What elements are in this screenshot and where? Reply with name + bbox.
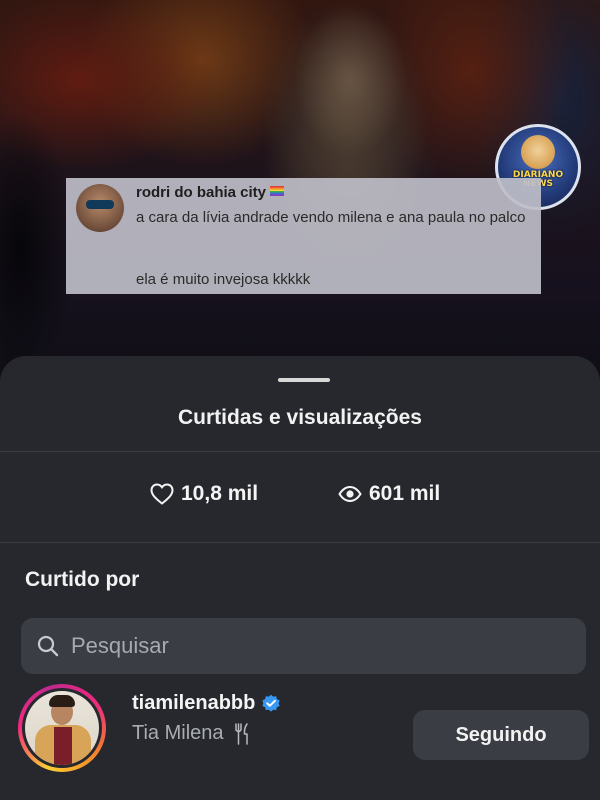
list-item[interactable]: tiamilenabbb Tia Milena Seguindo — [0, 684, 600, 784]
tweet-card: rodri do bahia city a cara da lívia andr… — [66, 178, 541, 294]
username[interactable]: tiamilenabbb — [132, 692, 281, 715]
tweet-text: a cara da lívia andrade vendo milena e a… — [136, 209, 526, 226]
search-input[interactable] — [71, 633, 551, 659]
search-icon — [37, 635, 59, 657]
sheet-title: Curtidas e visualizações — [178, 406, 422, 429]
divider — [0, 542, 600, 543]
full-name: Tia Milena — [132, 722, 250, 745]
avatar[interactable] — [18, 684, 106, 772]
tweet-author-avatar — [76, 184, 124, 232]
logo-character — [521, 135, 555, 169]
eye-icon — [338, 485, 362, 503]
views-count: 601 mil — [338, 482, 440, 506]
verified-badge-icon — [262, 694, 280, 712]
post-media: DIARIANO NEWS rodri do bahia city a cara… — [0, 0, 600, 400]
views-value: 601 mil — [369, 482, 441, 505]
likes-value: 10,8 mil — [181, 482, 259, 505]
liked-by-label: Curtido por — [25, 568, 140, 591]
tweet-text-second: ela é muito invejosa kkkkk — [136, 271, 311, 288]
rainbow-flag-icon — [270, 186, 285, 196]
following-button[interactable]: Seguindo — [413, 710, 589, 760]
heart-icon — [150, 483, 174, 505]
likes-bottom-sheet: Curtidas e visualizações 10,8 mil 601 mi… — [0, 356, 600, 800]
tweet-author-name: rodri do bahia city — [136, 184, 285, 201]
fork-knife-icon — [234, 722, 248, 745]
drag-handle[interactable] — [278, 378, 330, 382]
divider — [0, 451, 600, 452]
likes-count: 10,8 mil — [150, 482, 258, 506]
search-bar[interactable] — [21, 618, 586, 674]
